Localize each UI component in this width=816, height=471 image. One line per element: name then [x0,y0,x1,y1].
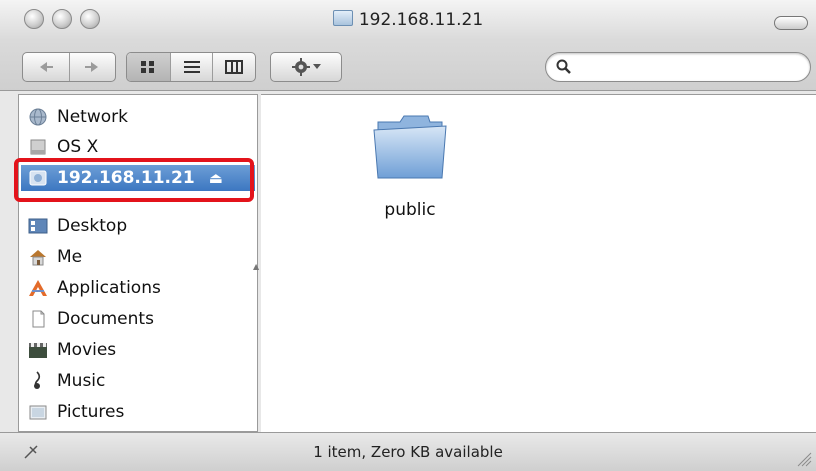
sidebar-item-music[interactable]: Music [27,368,105,394]
forward-arrow-icon [85,62,99,72]
sidebar-item-label: Me [57,247,83,267]
window-title: 192.168.11.21 [0,10,816,30]
back-forward-group [22,52,116,82]
movies-icon [27,340,49,360]
pictures-icon [27,402,49,422]
sidebar-item-applications[interactable]: Applications [27,275,161,301]
documents-icon [27,309,49,329]
action-button-inner [271,53,341,81]
network-globe-icon [27,107,49,127]
list-view-icon [183,61,200,73]
icon-view-icon [141,61,155,73]
icon-view-button[interactable] [127,53,170,81]
file-browser [261,94,816,432]
sidebar-item-me[interactable]: Me [27,244,82,270]
search-icon [556,59,571,74]
column-view-button[interactable] [213,53,255,81]
sidebar-item-network[interactable]: Network [27,104,128,130]
hard-drive-icon [27,137,49,157]
sidebar-item-os-x[interactable]: OS X [27,134,98,160]
folder-icon [373,115,447,179]
sidebar-item-movies[interactable]: Movies [27,337,116,363]
home-icon [27,247,49,267]
folder-label[interactable]: public [360,200,460,220]
applications-icon [27,278,49,298]
sidebar-item-label: Desktop [57,216,128,236]
forward-button[interactable] [69,53,115,81]
search-field[interactable] [545,52,811,82]
status-bar: 1 item, Zero KB available [0,432,816,471]
toolbar-toggle-button[interactable] [774,16,808,30]
action-menu-button[interactable] [270,52,342,82]
music-icon [27,371,49,391]
highlight-annotation [14,158,254,202]
back-arrow-icon [39,62,53,72]
sidebar-item-label: Pictures [57,402,125,422]
list-view-button[interactable] [171,53,213,81]
title-bar: 192.168.11.21 [0,0,816,91]
folder-item-public[interactable] [370,108,450,188]
sidebar: Network OS X 192.168.11.21 ⏏ Desktop Me … [18,94,258,432]
split-view-handle[interactable]: ▲ [253,262,259,271]
chevron-down-icon [313,64,321,69]
column-view-icon [225,60,244,74]
sidebar-item-desktop[interactable]: Desktop [27,213,127,239]
sidebar-item-label: Movies [57,340,117,360]
sidebar-item-label: Network [57,107,128,127]
view-mode-group [126,52,256,82]
gear-icon [292,58,310,76]
sidebar-item-label: OS X [57,137,99,157]
sidebar-item-label: Applications [57,278,161,298]
desktop-icon [27,216,49,236]
server-icon [332,10,353,26]
back-button[interactable] [23,53,69,81]
sidebar-item-label: Documents [57,309,154,329]
sidebar-item-label: Music [57,371,106,391]
status-text: 1 item, Zero KB available [313,443,503,461]
resize-grip-icon[interactable] [796,451,812,467]
finder-window: 192.168.11.21 Network OS X 192.168.11.21… [0,0,816,471]
sidebar-item-documents[interactable]: Documents [27,306,154,332]
sidebar-item-pictures[interactable]: Pictures [27,399,124,425]
